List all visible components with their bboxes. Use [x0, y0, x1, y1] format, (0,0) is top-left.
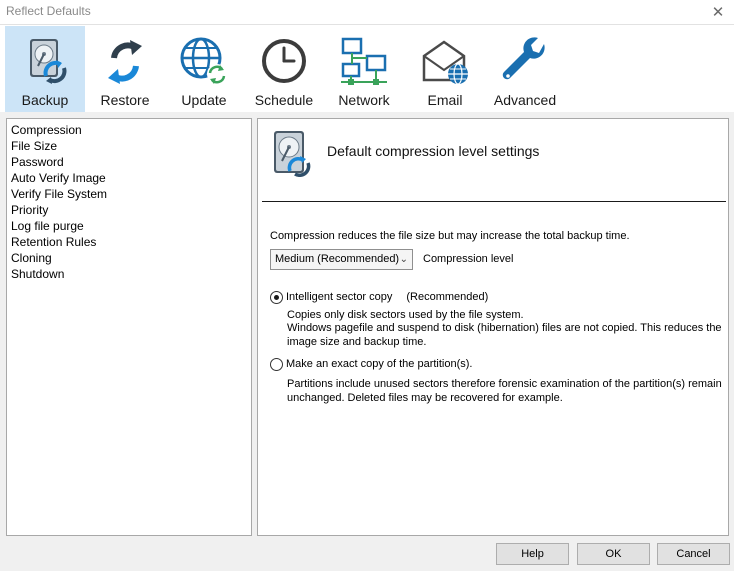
radio-button-unchecked[interactable]: [270, 357, 283, 371]
sidebar-item-file-size[interactable]: File Size: [7, 138, 251, 154]
sidebar-item-shutdown[interactable]: Shutdown: [7, 266, 251, 282]
toolbar: Backup Restore Update Schedule Network E…: [0, 25, 734, 112]
sidebar-item-log-file-purge[interactable]: Log file purge: [7, 218, 251, 234]
close-icon[interactable]: ✕: [708, 2, 728, 22]
toolbar-label: Update: [181, 92, 227, 108]
option-intelligent-sector-copy[interactable]: Intelligent sector copy (Recommended): [270, 290, 488, 304]
clock-icon: [262, 39, 306, 83]
settings-panel: Default compression level settings Compr…: [257, 118, 729, 536]
toolbar-label: Schedule: [254, 92, 314, 108]
wrench-icon: [502, 37, 545, 80]
disk-backup-icon: [30, 39, 67, 84]
envelope-globe-icon: [422, 40, 468, 85]
window-title: Reflect Defaults: [6, 4, 91, 18]
settings-category-list: Compression File Size Password Auto Veri…: [6, 118, 252, 536]
sidebar-item-cloning[interactable]: Cloning: [7, 250, 251, 266]
radio-button-checked[interactable]: [270, 290, 283, 304]
toolbar-label: Advanced: [493, 92, 557, 108]
compression-level-value: Medium (Recommended): [275, 253, 400, 265]
compression-level-select[interactable]: Medium (Recommended) ⌄: [270, 249, 413, 270]
disk-backup-icon: [274, 131, 311, 177]
sidebar-item-compression[interactable]: Compression: [7, 122, 251, 138]
option2-detail: Partitions include unused sectors theref…: [287, 378, 722, 404]
sidebar-item-password[interactable]: Password: [7, 154, 251, 170]
toolbar-label: Network: [338, 92, 390, 108]
title-bar: Reflect Defaults ✕: [0, 0, 734, 24]
option1-detail-2: Windows pagefile and suspend to disk (hi…: [287, 322, 722, 348]
chevron-down-icon: ⌄: [399, 254, 408, 265]
toolbar-item-advanced[interactable]: Advanced: [485, 26, 565, 112]
sidebar-item-verify-file-system[interactable]: Verify File System: [7, 186, 251, 202]
toolbar-item-update[interactable]: Update: [164, 26, 244, 112]
network-icon: [341, 37, 387, 85]
restore-arrows-icon: [108, 40, 142, 84]
toolbar-item-schedule[interactable]: Schedule: [244, 26, 324, 112]
toolbar-item-network[interactable]: Network: [324, 26, 404, 112]
option1-detail-1: Copies only disk sectors used by the fil…: [287, 309, 524, 321]
sidebar-item-retention-rules[interactable]: Retention Rules: [7, 234, 251, 250]
option-label: Intelligent sector copy: [286, 291, 393, 303]
toolbar-item-restore[interactable]: Restore: [85, 26, 165, 112]
toolbar-label: Email: [427, 92, 463, 108]
help-button[interactable]: Help: [496, 543, 569, 565]
compression-level-label: Compression level: [423, 253, 514, 265]
sidebar-item-auto-verify-image[interactable]: Auto Verify Image: [7, 170, 251, 186]
cancel-button[interactable]: Cancel: [657, 543, 730, 565]
panel-title: Default compression level settings: [327, 143, 540, 159]
option-exact-copy[interactable]: Make an exact copy of the partition(s).: [270, 357, 472, 371]
toolbar-item-backup[interactable]: Backup: [5, 26, 85, 112]
toolbar-item-email[interactable]: Email: [405, 26, 485, 112]
recommended-note: (Recommended): [406, 291, 489, 303]
toolbar-label: Restore: [100, 92, 150, 108]
globe-update-icon: [180, 37, 227, 84]
ok-button[interactable]: OK: [577, 543, 650, 565]
option-label: Make an exact copy of the partition(s).: [286, 358, 473, 370]
sidebar-item-priority[interactable]: Priority: [7, 202, 251, 218]
toolbar-label: Backup: [21, 92, 69, 108]
header-divider: [262, 201, 726, 202]
compression-description: Compression reduces the file size but ma…: [270, 230, 630, 242]
